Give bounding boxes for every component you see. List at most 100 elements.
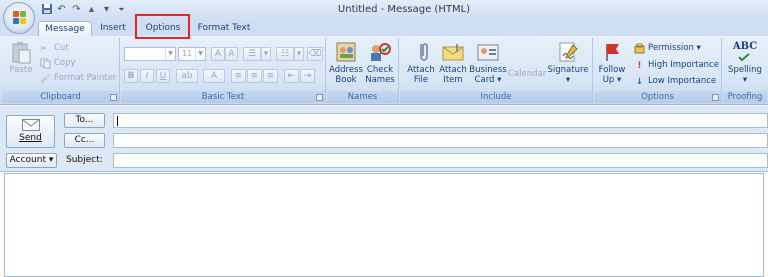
- spelling-label-2: ▾: [742, 75, 748, 85]
- clipboard-group: Paste ✂ Cut Copy 🖌 Format Painter Clipbo…: [2, 38, 120, 103]
- options-group: Follow Up ▾ Permission ▾ ! High Importan…: [594, 38, 722, 103]
- chevron-down-icon: ▼: [165, 48, 175, 60]
- business-card-label-2: Card ▾: [474, 75, 502, 85]
- low-importance-label: Low Importance: [648, 76, 717, 86]
- address-book-label-2: Book: [335, 75, 357, 85]
- basic-text-launcher-icon[interactable]: [316, 94, 323, 101]
- proofing-group: ABC Spelling ▾ Proofing: [723, 38, 767, 103]
- follow-up-label-1: Follow: [598, 65, 626, 75]
- numbering-button[interactable]: ☷: [276, 47, 294, 61]
- send-button[interactable]: Send: [6, 115, 55, 148]
- paperclip-icon: [408, 41, 434, 63]
- cc-field[interactable]: [113, 133, 768, 148]
- clear-formatting-button[interactable]: ⌫: [307, 47, 323, 61]
- business-card-label-1: Business: [469, 65, 507, 75]
- permission-icon: [634, 43, 645, 54]
- cut-button[interactable]: ✂ Cut: [40, 42, 69, 55]
- follow-up-button[interactable]: Follow Up ▾: [596, 41, 628, 85]
- business-card-icon: [475, 41, 501, 63]
- bullets-dropdown[interactable]: ▾: [261, 47, 271, 61]
- permission-button[interactable]: Permission ▾: [634, 42, 701, 55]
- check-names-icon: [367, 41, 393, 63]
- format-painter-label: Format Painter: [54, 73, 117, 83]
- ribbon-tabs: Message Insert Options Format Text: [0, 20, 768, 36]
- send-label: Send: [19, 133, 42, 143]
- ribbon: Paste ✂ Cut Copy 🖌 Format Painter Clipbo…: [0, 36, 768, 105]
- attach-file-label-2: File: [413, 75, 429, 85]
- attach-file-button[interactable]: Attach File: [404, 41, 438, 85]
- envelope-icon: [440, 41, 466, 63]
- align-center-button[interactable]: ≡: [247, 69, 262, 83]
- calendar-label: Calendar: [508, 69, 547, 79]
- check-names-label-2: Names: [365, 75, 395, 85]
- decrease-indent-button[interactable]: ⇤: [284, 69, 299, 83]
- copy-button[interactable]: Copy: [40, 57, 76, 70]
- address-book-icon: [333, 41, 359, 63]
- font-size-value: 11: [182, 49, 193, 58]
- account-button[interactable]: Account ▾: [6, 153, 57, 168]
- bullets-button[interactable]: ☰: [243, 47, 261, 61]
- tab-format-text[interactable]: Format Text: [196, 21, 252, 36]
- align-left-button[interactable]: ≡: [231, 69, 246, 83]
- calendar-button[interactable]: Calendar: [508, 69, 546, 79]
- align-right-button[interactable]: ≡: [263, 69, 278, 83]
- to-field[interactable]: [113, 113, 768, 128]
- subject-field[interactable]: [113, 153, 768, 168]
- spelling-button[interactable]: ABC Spelling ▾: [725, 41, 765, 85]
- names-group: Address Book Check Names Names: [327, 38, 399, 103]
- names-group-label: Names: [327, 91, 398, 103]
- font-color-button[interactable]: A: [203, 69, 225, 83]
- to-button[interactable]: To...: [64, 113, 105, 128]
- signature-icon: [555, 41, 581, 63]
- paste-button[interactable]: Paste: [4, 41, 38, 75]
- increase-indent-button[interactable]: ⇥: [300, 69, 315, 83]
- cc-button[interactable]: Cc...: [64, 133, 105, 148]
- abc-text: ABC: [732, 41, 758, 52]
- include-group-label: Include: [400, 91, 592, 103]
- text-caret: [117, 116, 118, 126]
- bold-button[interactable]: B: [124, 69, 138, 83]
- grow-font-button[interactable]: A: [211, 47, 225, 61]
- font-name-combo[interactable]: ▼: [124, 47, 176, 61]
- copy-icon: [40, 58, 51, 69]
- tab-message[interactable]: Message: [38, 21, 92, 36]
- down-arrow-icon: ↓: [635, 77, 644, 87]
- address-book-button[interactable]: Address Book: [329, 41, 363, 85]
- basic-text-group-label: Basic Text: [121, 91, 325, 103]
- shrink-font-button[interactable]: A: [225, 47, 238, 61]
- highlight-button[interactable]: ab: [176, 69, 198, 83]
- address-book-label-1: Address: [329, 65, 363, 75]
- paste-icon: [8, 41, 34, 64]
- business-card-button[interactable]: Business Card ▾: [468, 41, 508, 85]
- permission-label: Permission ▾: [648, 43, 701, 53]
- format-painter-button[interactable]: 🖌 Format Painter: [40, 72, 116, 85]
- low-importance-button[interactable]: ↓ Low Importance: [634, 75, 716, 88]
- attach-item-button[interactable]: Attach Item: [436, 41, 470, 85]
- copy-label: Copy: [54, 58, 76, 68]
- font-size-combo[interactable]: 11 ▼: [178, 47, 206, 61]
- options-tab-highlight: [135, 14, 190, 39]
- signature-label-1: Signature: [547, 65, 589, 75]
- clipboard-launcher-icon[interactable]: [110, 94, 117, 101]
- high-importance-label: High Importance: [648, 60, 719, 70]
- attach-item-label-2: Item: [443, 75, 463, 85]
- attach-item-label-1: Attach: [439, 65, 467, 75]
- proofing-group-label: Proofing: [723, 91, 767, 103]
- format-painter-icon: 🖌: [40, 74, 51, 84]
- scissors-icon: ✂: [40, 44, 48, 54]
- high-importance-button[interactable]: ! High Importance: [634, 59, 719, 72]
- tab-insert[interactable]: Insert: [96, 21, 130, 36]
- signature-label-2: ▾: [565, 75, 571, 85]
- underline-button[interactable]: U: [156, 69, 170, 83]
- attach-file-label-1: Attach: [407, 65, 435, 75]
- italic-button[interactable]: I: [140, 69, 154, 83]
- subject-label: Subject:: [66, 155, 103, 165]
- options-launcher-icon[interactable]: [712, 94, 719, 101]
- numbering-dropdown[interactable]: ▾: [294, 47, 304, 61]
- check-names-button[interactable]: Check Names: [364, 41, 396, 85]
- office-button[interactable]: [3, 2, 35, 34]
- title-bar: ↶ ↷ ▴ ▾ ⏷ Untitled - Message (HTML): [0, 0, 768, 20]
- window-title: Untitled - Message (HTML): [337, 4, 471, 15]
- signature-button[interactable]: Signature ▾: [547, 41, 589, 85]
- message-body-editor[interactable]: [4, 173, 764, 277]
